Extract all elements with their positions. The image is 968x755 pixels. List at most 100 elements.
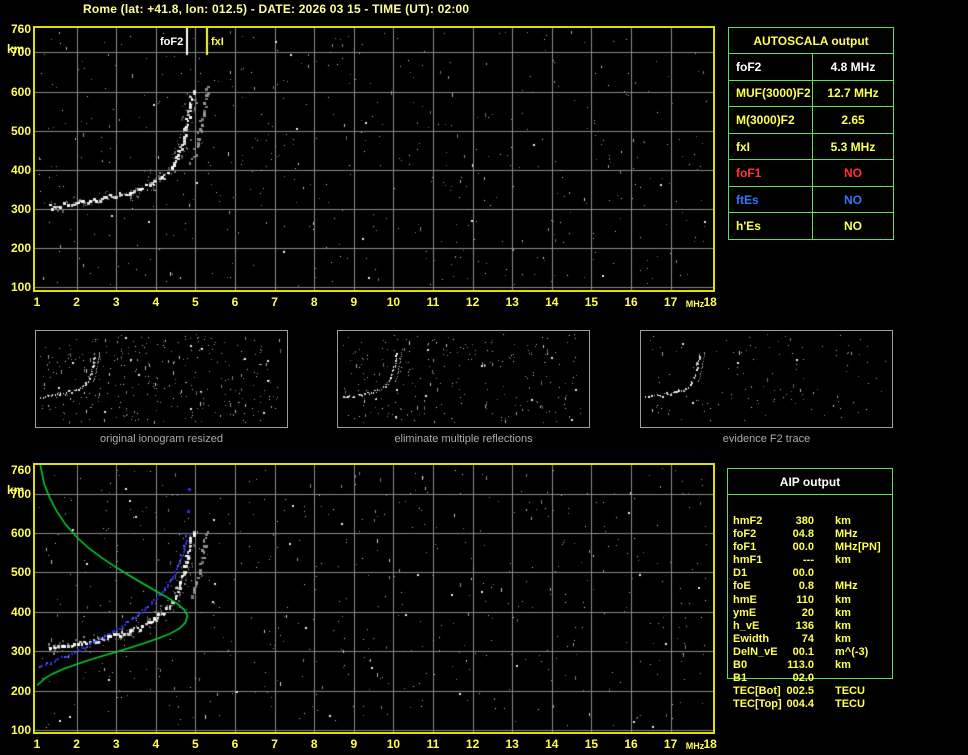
thumbnail-canvas	[36, 331, 287, 427]
table-row: TEC[Bot] 002.5 TECU	[728, 672, 896, 697]
x-tick-label: 11	[426, 737, 440, 751]
table-row: hmF2 380 km	[728, 502, 896, 527]
x-tick-label: 6	[231, 737, 239, 751]
table-row: B0 113.0 km	[728, 646, 896, 671]
x-tick-label: 9	[350, 737, 358, 751]
table-row: foF2 4.8 MHz	[729, 54, 893, 80]
aip-table-header: AIP output	[728, 469, 892, 495]
x-tick-label: 6	[231, 295, 239, 309]
x-tick-label: 7	[271, 737, 278, 751]
x-tick-label: 2	[73, 737, 80, 751]
table-row: foE 0.8 MHz	[728, 567, 896, 592]
main-ionogram-plot	[33, 26, 715, 292]
x-tick-label: 12	[465, 737, 480, 751]
y-tick-label: 400	[10, 162, 31, 177]
x-tick-label: 3	[112, 737, 120, 751]
thumbnail-caption: original ionogram resized	[100, 433, 223, 445]
x-tick-label: 18	[703, 295, 717, 309]
x-tick-label: 12	[465, 295, 480, 309]
main-ionogram-canvas	[35, 28, 713, 290]
page-title: Rome (lat: +41.8, lon: 012.5) - DATE: 20…	[83, 2, 470, 16]
parameter-label: MUF(3000)F2	[729, 80, 813, 107]
x-tick-label: 3	[112, 295, 120, 309]
table-row: hmF1 --- km	[728, 541, 896, 566]
table-row: B1 02.0	[728, 659, 896, 684]
table-row: hmE 110 km	[728, 581, 896, 606]
table-row: h_vE 136 km	[728, 607, 896, 632]
parameter-value: NO	[844, 166, 862, 181]
fof2-marker-label: foF2	[159, 36, 185, 49]
x-tick-label: 8	[310, 737, 318, 751]
x-axis-unit-label: MHz	[685, 299, 705, 309]
x-tick-label: 4	[152, 295, 160, 309]
parameter-label: foF2	[729, 54, 813, 80]
x-tick-label: 8	[310, 295, 318, 309]
x-tick-label: 13	[505, 737, 519, 751]
table-row: Ewidth 74 km	[728, 620, 896, 645]
thumbnail-caption: evidence F2 trace	[722, 433, 811, 445]
x-tick-label: 16	[624, 295, 638, 309]
x-tick-label: 16	[624, 737, 638, 751]
table-row: DelN_vE 00.1 m^(-3)	[728, 633, 896, 658]
parameter-value: 004.4	[786, 698, 814, 711]
y-tick-label: 600	[10, 84, 31, 99]
table-row: M(3000)F2 2.65	[729, 106, 893, 133]
thumbnail-canvas	[641, 331, 892, 427]
x-tick-label: 17	[663, 737, 678, 751]
parameter-label: M(3000)F2	[729, 107, 813, 133]
table-row: foF1 NO	[729, 159, 893, 186]
profile-ionogram-plot	[33, 463, 715, 734]
x-tick-label: 18	[703, 737, 717, 751]
y-tick-label: 400	[10, 604, 31, 619]
y-tick-label: 760	[10, 463, 31, 477]
thumbnail-original-ionogram	[35, 330, 288, 428]
x-tick-label: 5	[192, 295, 199, 309]
x-tick-label: 14	[545, 295, 559, 309]
autoscala-screen: Rome (lat: +41.8, lon: 012.5) - DATE: 20…	[0, 0, 968, 755]
x-tick-label: 13	[505, 295, 519, 309]
x-tick-label: 17	[663, 295, 678, 309]
parameter-label: foF1	[729, 160, 813, 186]
autoscala-output-table: AUTOSCALA output foF2 4.8 MHz MUF(3000)F…	[728, 27, 894, 240]
x-tick-label: 1	[33, 295, 41, 309]
aip-output-table: AIP output hmF2 380 km foF2 04.8 MHz foF1 00.…	[727, 468, 897, 710]
y-tick-label: 200	[10, 240, 31, 255]
parameter-value: 12.7 MHz	[827, 86, 879, 101]
table-row: h'Es NO	[729, 212, 893, 240]
aip-table-rows: hmF2 380 km foF2 04.8 MHz foF1 00.0 MHz [PN] hm…	[728, 502, 896, 710]
y-tick-label: 100	[10, 723, 31, 737]
parameter-label: fxI	[729, 133, 813, 160]
thumbnail-caption: eliminate multiple reflections	[394, 433, 533, 445]
table-row: MUF(3000)F2 12.7 MHz	[729, 79, 893, 107]
x-tick-label: 10	[386, 737, 401, 751]
parameter-value: 5.3 MHz	[830, 139, 876, 154]
parameter-value: NO	[844, 192, 862, 207]
table-row: D1 00.0	[728, 554, 896, 579]
parameter-value: NO	[844, 219, 862, 234]
y-tick-label: 100	[10, 280, 31, 294]
parameter-value: 4.8 MHz	[830, 59, 876, 74]
x-tick-label: 15	[584, 737, 599, 751]
table-row: foF1 00.0 MHz [PN]	[728, 528, 896, 553]
x-tick-label: 9	[350, 295, 358, 309]
x-tick-label: 15	[584, 295, 599, 309]
x-tick-label: 5	[192, 737, 199, 751]
x-tick-label: 4	[152, 737, 160, 751]
fxi-marker-label: fxI	[210, 36, 225, 49]
table-row: fxI 5.3 MHz	[729, 132, 893, 160]
profile-ionogram-canvas	[35, 465, 713, 732]
parameter-value: 2.65	[841, 112, 865, 127]
y-axis-unit-label: km	[7, 42, 25, 56]
x-axis-unit-label: MHz	[685, 741, 705, 751]
parameter-unit: TECU	[835, 698, 865, 711]
y-tick-label: 760	[10, 22, 31, 36]
parameter-label: h'Es	[729, 213, 813, 240]
thumbnail-eliminate-reflections	[337, 330, 590, 428]
parameter-label: ftEs	[729, 186, 813, 213]
y-tick-label: 600	[10, 526, 31, 541]
x-tick-label: 14	[545, 737, 559, 751]
y-tick-label: 300	[10, 644, 31, 659]
thumbnail-canvas	[338, 331, 589, 427]
thumbnail-evidence-f2-trace	[640, 330, 893, 428]
table-row: ymE 20 km	[728, 594, 896, 619]
